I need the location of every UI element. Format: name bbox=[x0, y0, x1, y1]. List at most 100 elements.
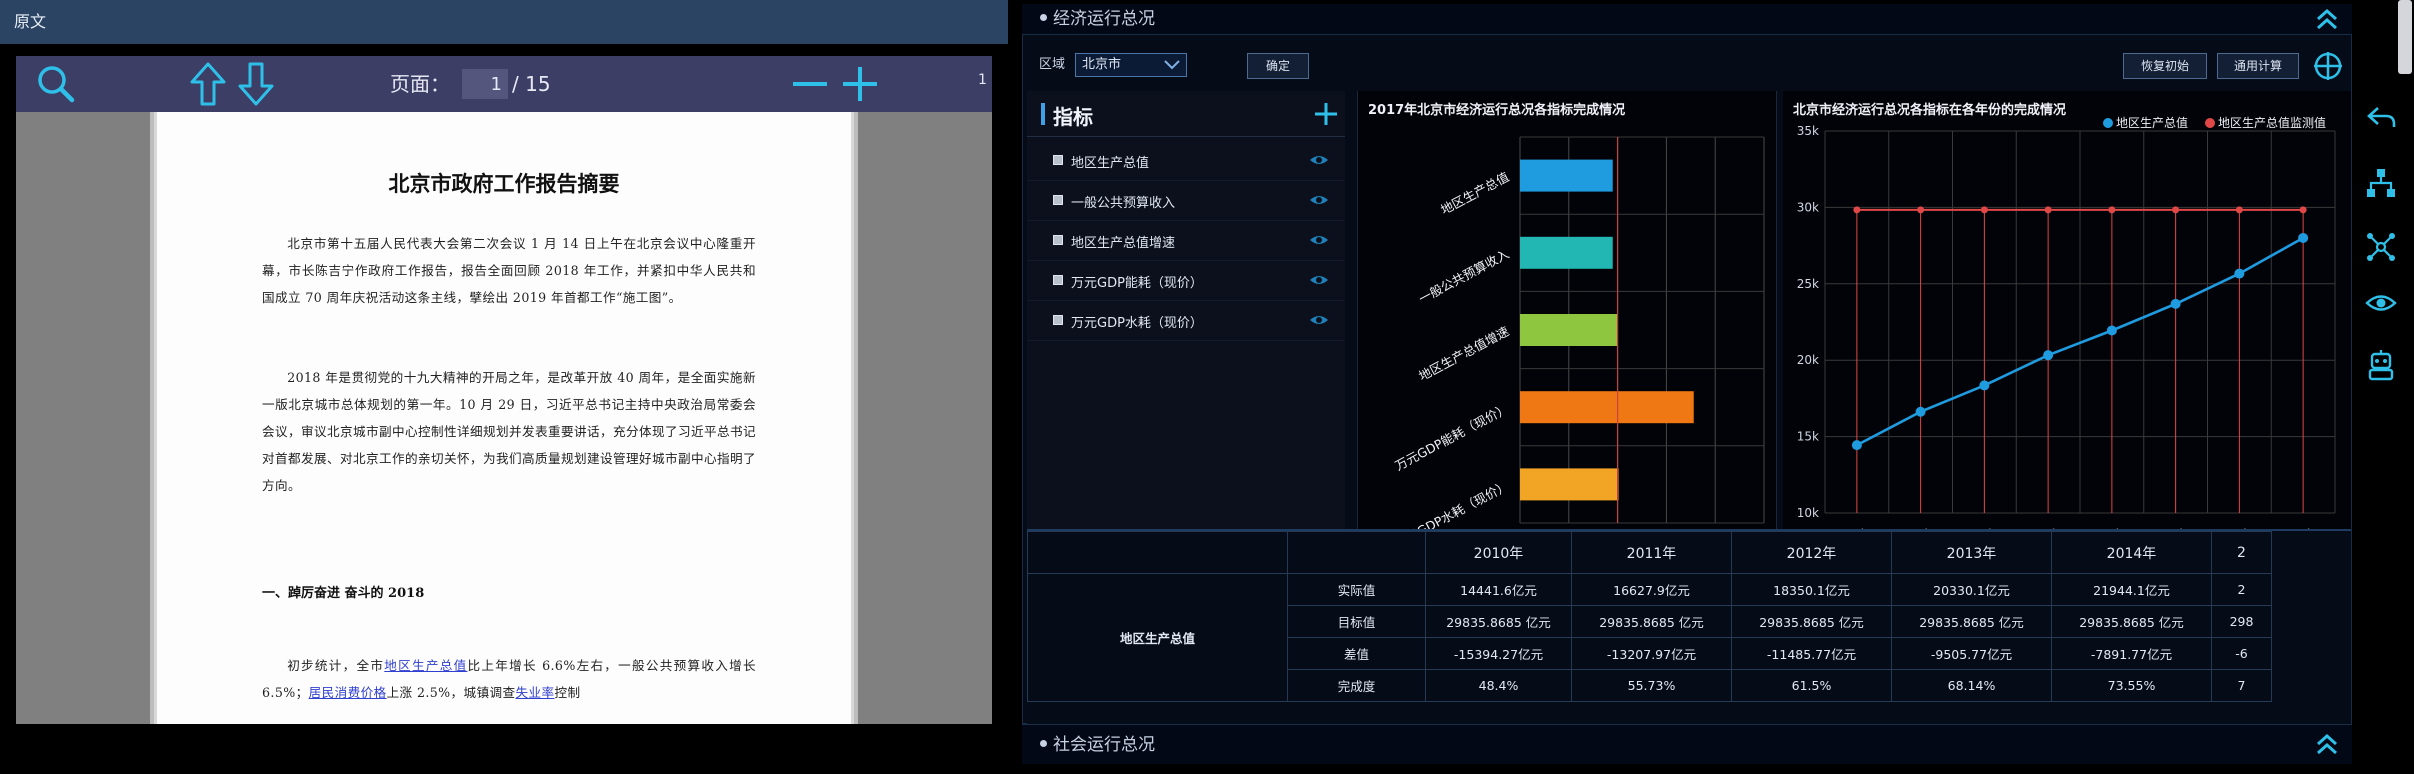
visibility-eye-icon[interactable] bbox=[1309, 193, 1329, 207]
document-paragraph-3: 初步统计，全市地区生产总值比上年增长 6.6%左右，一般公共预算收入增长 6.5… bbox=[262, 652, 756, 706]
economy-dashboard: 经济运行总况 区域 北京市 确定 恢复初始 通用计算 指标 地区生产总值 一般公… bbox=[1008, 0, 2414, 774]
row-group-label: 地区生产总值 bbox=[1027, 573, 1288, 702]
header-accent-bar bbox=[1041, 103, 1045, 125]
indicator-checkbox[interactable] bbox=[1053, 275, 1063, 285]
page-number-input[interactable] bbox=[462, 69, 508, 99]
table-cell: 298 bbox=[2211, 605, 2272, 638]
indicator-checkbox[interactable] bbox=[1053, 155, 1063, 165]
viewer-toolbar: 页面： / 15 1 bbox=[16, 56, 992, 112]
search-icon bbox=[38, 66, 75, 103]
pdf-viewer: 原文 页面： / 15 bbox=[0, 0, 1008, 774]
indicator-item[interactable]: 万元GDP水耗（现价） bbox=[1027, 301, 1345, 341]
crosshair-icon[interactable] bbox=[2311, 49, 2345, 83]
indicator-item[interactable]: 万元GDP能耗（现价） bbox=[1027, 261, 1345, 301]
table-row: 地区生产总值 实际值 14441.6亿元 16627.9亿元 18350.1亿元 2033… bbox=[1027, 573, 2272, 702]
table-cell: -6 bbox=[2211, 637, 2272, 670]
target-point bbox=[2108, 206, 2116, 214]
column-header: 2014年 bbox=[2051, 531, 2212, 574]
table-cell: 14441.6亿元 bbox=[1425, 573, 1572, 606]
indicator-label: 万元GDP能耗（现价） bbox=[1071, 276, 1203, 291]
gdp-link[interactable]: 地区生产总值 bbox=[384, 658, 467, 673]
hierarchy-icon[interactable] bbox=[2364, 166, 2398, 200]
bar-chart: 050100150200250地区生产总值一般公共预算收入地区生产总值增速万元G… bbox=[1392, 136, 1775, 551]
indicator-label: 一般公共预算收入 bbox=[1071, 196, 1176, 211]
bar bbox=[1520, 159, 1613, 192]
reset-button[interactable]: 恢复初始 bbox=[2123, 53, 2207, 79]
row-label: 差值 bbox=[1287, 637, 1426, 670]
arrow-down-icon bbox=[238, 62, 274, 106]
section-header-society: 社会运行总况 bbox=[1022, 724, 2352, 764]
table-cell: 29835.8685 亿元 bbox=[1425, 605, 1572, 638]
unemployment-link[interactable]: 失业率 bbox=[516, 685, 555, 700]
dashboard-scrollbar[interactable] bbox=[2398, 0, 2412, 74]
category-label: 地区生产总值增速 bbox=[1416, 323, 1512, 383]
data-table-container[interactable]: 2010年 2011年 2012年 2013年 2014年 2 地区生产总值 实际值 14441… bbox=[1027, 529, 2351, 725]
general-calc-button[interactable]: 通用计算 bbox=[2217, 53, 2299, 79]
row-label: 实际值 bbox=[1287, 573, 1426, 606]
indicator-checkbox[interactable] bbox=[1053, 195, 1063, 205]
visibility-eye-icon[interactable] bbox=[1309, 313, 1329, 327]
bar bbox=[1520, 314, 1618, 346]
collapse-up-icon[interactable] bbox=[2312, 729, 2342, 759]
table-cell: 48.4% bbox=[1425, 669, 1572, 702]
legend-label-actual: 地区生产总值 bbox=[2116, 115, 2188, 130]
actual-point bbox=[1979, 380, 1990, 391]
category-label: 地区生产总值 bbox=[1438, 169, 1511, 217]
region-select[interactable]: 北京市 bbox=[1075, 53, 1187, 77]
visibility-eye-icon[interactable] bbox=[1309, 153, 1329, 167]
row-label: 完成度 bbox=[1287, 669, 1426, 702]
y-tick-label: 30k bbox=[1797, 200, 1819, 214]
viewer-window-title: 原文 bbox=[14, 12, 47, 31]
table-cell: 29835.8685 亿元 bbox=[1891, 605, 2052, 638]
network-icon[interactable] bbox=[2364, 230, 2398, 264]
confirm-button[interactable]: 确定 bbox=[1247, 53, 1309, 79]
paragraph-text: 上涨 2.5%，城镇调查 bbox=[386, 685, 516, 700]
indicator-item[interactable]: 地区生产总值 bbox=[1027, 141, 1345, 181]
indicator-checkbox[interactable] bbox=[1053, 235, 1063, 245]
add-indicator-icon[interactable] bbox=[1313, 101, 1339, 127]
back-arrow-icon[interactable] bbox=[2364, 100, 2398, 134]
y-tick-label: 20k bbox=[1797, 353, 1819, 367]
section-header-economy: 经济运行总况 bbox=[1022, 4, 2352, 34]
column-header: 2 bbox=[2211, 531, 2272, 574]
eye-icon[interactable] bbox=[2364, 286, 2398, 320]
actual-point bbox=[2234, 268, 2245, 279]
document-paragraph-2: 2018 年是贯彻党的十九大精神的开局之年，是改革开放 40 周年，是全面实施新… bbox=[262, 370, 756, 493]
zoom-out-icon bbox=[793, 82, 827, 86]
target-point bbox=[2299, 206, 2307, 214]
column-header: 2013年 bbox=[1891, 531, 2052, 574]
cpi-link[interactable]: 居民消费价格 bbox=[309, 685, 387, 700]
column-header bbox=[1027, 531, 1288, 574]
indicator-label: 地区生产总值 bbox=[1071, 156, 1150, 171]
y-tick-label: 10k bbox=[1797, 506, 1819, 520]
indicator-panel-header: 指标 bbox=[1027, 91, 1345, 137]
table-cell: -11485.77亿元 bbox=[1731, 637, 1892, 670]
indicator-item[interactable]: 地区生产总值增速 bbox=[1027, 221, 1345, 261]
visibility-eye-icon[interactable] bbox=[1309, 233, 1329, 247]
document-section-heading: 一、踔厉奋进 奋斗的 2018 bbox=[262, 586, 425, 601]
viewer-title-bar: 原文 bbox=[0, 0, 1008, 44]
table-cell: 29835.8685 亿元 bbox=[1731, 605, 1892, 638]
category-label: 一般公共预算收入 bbox=[1416, 246, 1512, 306]
zoom-in-icon bbox=[843, 67, 877, 101]
indicator-item[interactable]: 一般公共预算收入 bbox=[1027, 181, 1345, 221]
table-header-row: 2010年 2011年 2012年 2013年 2014年 2 bbox=[1027, 531, 2272, 574]
zoom-out-button[interactable] bbox=[788, 56, 832, 112]
next-page-button[interactable] bbox=[234, 56, 278, 112]
document-page: 北京市政府工作报告摘要 北京市第十五届人民代表大会第二次会议 1 月 14 日上… bbox=[154, 112, 854, 724]
actual-point bbox=[2298, 232, 2309, 243]
region-label: 区域 bbox=[1039, 57, 1066, 72]
visibility-eye-icon[interactable] bbox=[1309, 273, 1329, 287]
line-chart: 10k15k20k25k30k35k2010年2011年2012年2013年20… bbox=[1797, 115, 2336, 555]
previous-page-button[interactable] bbox=[186, 56, 230, 112]
indicator-checkbox[interactable] bbox=[1053, 315, 1063, 325]
zoom-in-button[interactable] bbox=[838, 56, 882, 112]
indicator-header-label: 指标 bbox=[1053, 105, 1093, 129]
bar bbox=[1520, 391, 1694, 424]
row-label: 目标值 bbox=[1287, 605, 1426, 638]
document-scroll-area[interactable]: 北京市政府工作报告摘要 北京市第十五届人民代表大会第二次会议 1 月 14 日上… bbox=[16, 112, 992, 724]
robot-icon[interactable] bbox=[2364, 348, 2398, 382]
collapse-up-icon[interactable] bbox=[2312, 4, 2342, 34]
section-title: 经济运行总况 bbox=[1040, 4, 1155, 34]
search-button[interactable] bbox=[34, 56, 78, 112]
